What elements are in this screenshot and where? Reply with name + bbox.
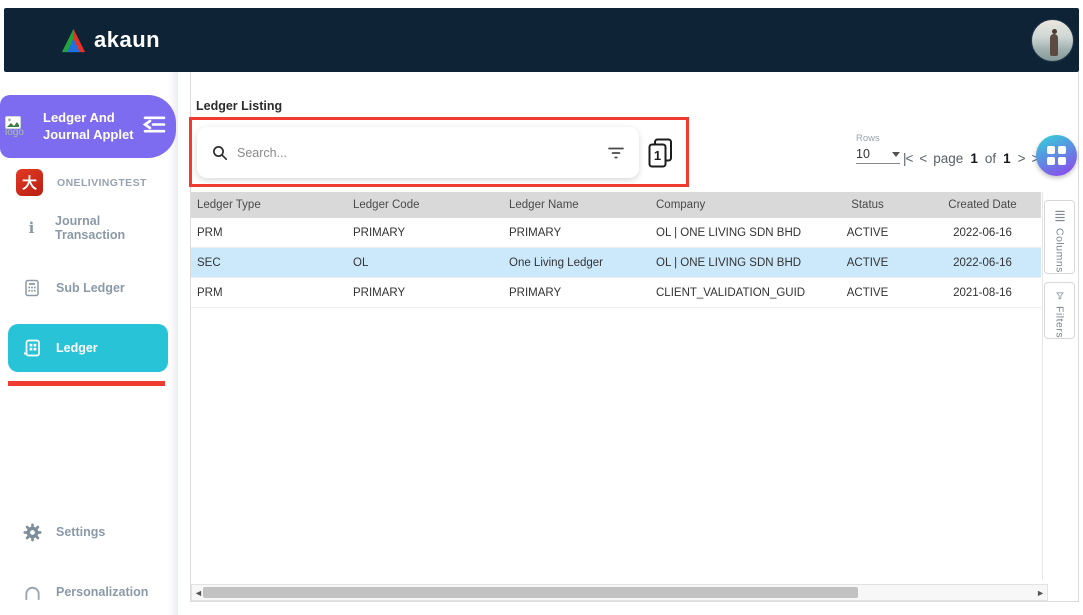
tenant-selector[interactable]: 大 ONELIVINGTEST [16, 169, 147, 196]
ledger-table: Ledger Type Ledger Code Ledger Name Comp… [191, 192, 1041, 308]
table-cell: One Living Ledger [503, 257, 650, 269]
next-page-button[interactable]: > [1018, 151, 1025, 166]
applet-header: logo Ledger And Journal Applet [0, 95, 176, 158]
column-header: Created Date [930, 199, 1035, 211]
brand-triangle-icon [60, 27, 87, 54]
column-header: Company [650, 199, 805, 211]
search-icon [212, 145, 228, 161]
of-word: of [985, 151, 996, 166]
sidebar-item-label: Sub Ledger [56, 281, 125, 295]
column-header: Ledger Code [347, 199, 503, 211]
table-row[interactable]: PRM PRIMARY PRIMARY CLIENT_VALIDATION_GU… [191, 278, 1041, 308]
logo-alt-text: logo [5, 127, 24, 138]
scroll-left-arrow-icon[interactable]: ◄ [194, 588, 203, 598]
calculator-icon [22, 279, 42, 297]
table-cell: PRM [191, 287, 347, 299]
column-header: Ledger Type [191, 199, 347, 211]
total-pages-number: 1 [1003, 151, 1011, 166]
rows-value: 10 [856, 147, 870, 161]
table-row-selected[interactable]: SEC OL One Living Ledger OL | ONE LIVING… [191, 248, 1041, 278]
scrollbar-thumb[interactable] [203, 587, 858, 598]
table-cell: SEC [191, 257, 347, 269]
table-row[interactable]: PRM PRIMARY PRIMARY OL | ONE LIVING SDN … [191, 218, 1041, 248]
rows-label: Rows [856, 133, 900, 144]
column-header: Ledger Name [503, 199, 650, 211]
annotation-underline [8, 381, 165, 386]
table-cell: PRIMARY [503, 227, 650, 239]
table-cell: 2022-06-16 [930, 227, 1035, 239]
sidebar-item-label: Ledger [56, 341, 98, 355]
tab-label: Filters [1054, 306, 1066, 338]
pages-count-icon[interactable]: 1 [647, 138, 674, 169]
tab-columns[interactable]: Columns [1044, 200, 1075, 274]
chevron-down-icon [892, 152, 900, 157]
table-cell: OL | ONE LIVING SDN BHD [650, 227, 805, 239]
sidebar-collapse-icon[interactable] [142, 115, 166, 134]
applet-title: Ledger And Journal Applet [43, 110, 135, 144]
rows-per-page-select[interactable]: Rows 10 [856, 133, 900, 164]
table-cell: PRIMARY [503, 287, 650, 299]
tenant-logo-icon: 大 [16, 169, 43, 196]
divider [1042, 192, 1043, 580]
table-cell: ACTIVE [805, 257, 930, 269]
table-cell: 2022-06-16 [930, 257, 1035, 269]
current-page-number: 1 [970, 151, 978, 166]
table-cell: ACTIVE [805, 227, 930, 239]
journal-transaction-icon: i [22, 219, 41, 237]
table-cell: OL [347, 257, 503, 269]
table-cell: ACTIVE [805, 287, 930, 299]
funnel-icon [1054, 292, 1066, 300]
scroll-right-arrow-icon[interactable]: ► [1036, 588, 1045, 598]
tab-label: Columns [1054, 228, 1066, 273]
horizontal-scrollbar[interactable]: ◄ ► [191, 584, 1048, 601]
tenant-label: ONELIVINGTEST [57, 177, 147, 189]
brand-logo: akaun [60, 27, 160, 54]
sidebar-item-label: Settings [56, 525, 105, 539]
page-title: Ledger Listing [196, 99, 282, 113]
headphones-icon [22, 583, 42, 602]
app-window: akaun logo Ledger And Journal Applet [0, 0, 1083, 615]
avatar-photo [1050, 34, 1058, 56]
sidebar-item-personalization[interactable]: Personalization [8, 572, 168, 612]
sidebar-item-journal-transaction[interactable]: i Journal Transaction [8, 208, 168, 248]
user-avatar[interactable] [1031, 19, 1074, 62]
page-word: page [933, 151, 963, 166]
pages-count-value: 1 [654, 148, 661, 163]
previous-page-button[interactable]: < [919, 151, 926, 166]
column-header: Status [805, 199, 930, 211]
app-header: akaun [4, 8, 1079, 72]
table-cell: PRM [191, 227, 347, 239]
search-bar [197, 127, 639, 178]
table-cell: 2021-08-16 [930, 287, 1035, 299]
sidebar-item-label: Personalization [56, 585, 148, 599]
grid-view-icon [1047, 146, 1066, 165]
table-cell: OL | ONE LIVING SDN BHD [650, 257, 805, 269]
sidebar-item-label: Journal Transaction [55, 214, 168, 242]
table-header-row: Ledger Type Ledger Code Ledger Name Comp… [191, 192, 1041, 218]
sidebar-item-sub-ledger[interactable]: Sub Ledger [8, 268, 168, 308]
gear-icon [22, 523, 42, 542]
table-cell: CLIENT_VALIDATION_GUID_DO... [650, 287, 805, 299]
search-input[interactable] [237, 146, 608, 160]
columns-icon [1054, 210, 1066, 222]
sidebar-item-ledger-active[interactable]: Ledger [8, 324, 168, 372]
pagination: |< < page 1 of 1 > >| [903, 151, 1041, 166]
sidebar-item-settings[interactable]: Settings [8, 512, 168, 552]
tab-filters[interactable]: Filters [1044, 282, 1075, 339]
view-switch-button[interactable] [1036, 135, 1077, 176]
applet-logo-broken-image: logo [5, 116, 43, 138]
table-cell: PRIMARY [347, 287, 503, 299]
ledger-book-icon [22, 338, 42, 358]
first-page-button[interactable]: |< [903, 151, 912, 166]
filter-list-icon[interactable] [608, 146, 624, 160]
sidebar: logo Ledger And Journal Applet 大 ONELIVI… [0, 72, 178, 615]
table-cell: PRIMARY [347, 227, 503, 239]
brand-name: akaun [94, 27, 160, 53]
